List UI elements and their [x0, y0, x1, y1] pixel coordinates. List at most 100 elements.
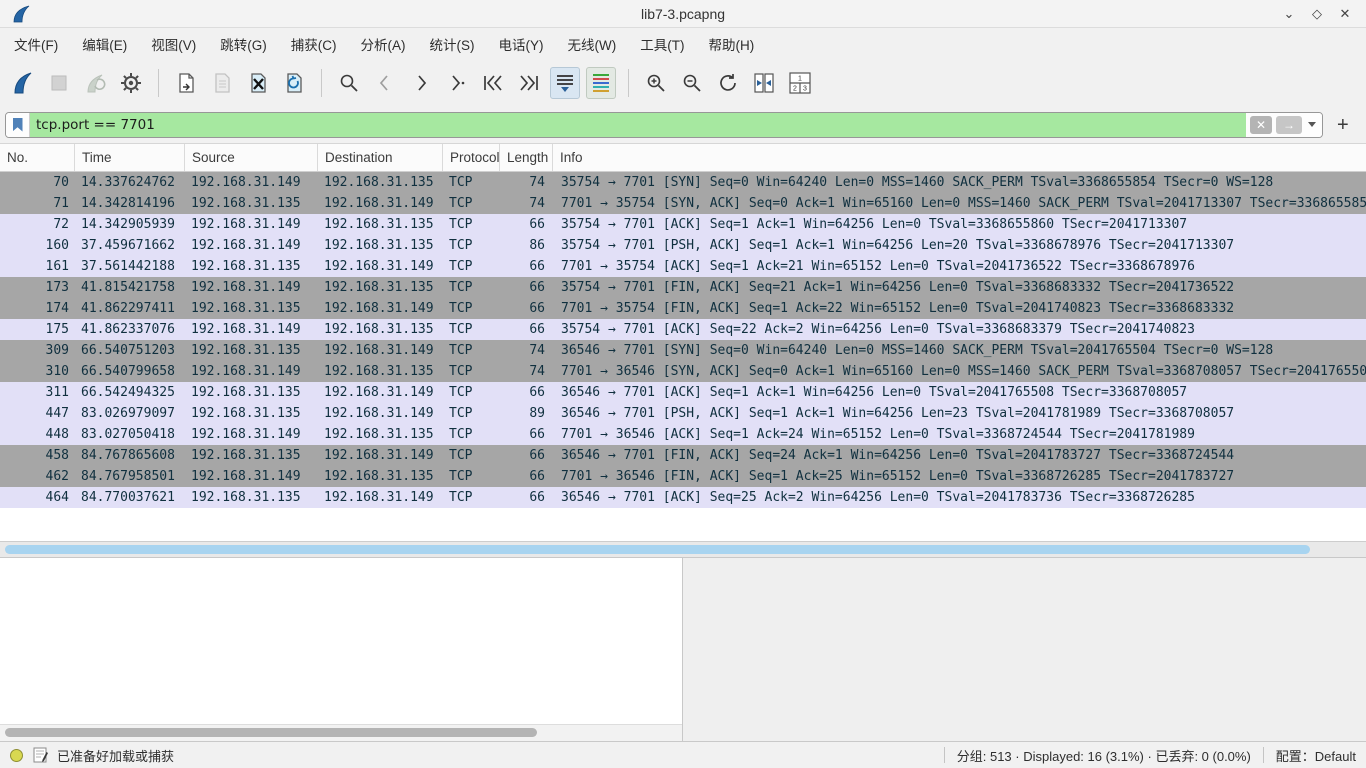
packet-details-hscrollbar[interactable]	[0, 724, 682, 741]
packet-list-hscrollbar[interactable]	[0, 541, 1366, 558]
svg-text:2: 2	[793, 86, 797, 93]
packet-list-hscrollbar-thumb[interactable]	[5, 545, 1310, 554]
packet-row[interactable]: 173 41.815421758 192.168.31.149 192.168.…	[0, 277, 1366, 298]
filter-bookmark-icon[interactable]	[6, 113, 30, 137]
filter-apply-icon[interactable]: →	[1276, 116, 1302, 134]
zoom-out-icon[interactable]	[677, 67, 707, 99]
open-capture-file-icon[interactable]	[171, 67, 201, 99]
packet-details-pane[interactable]	[0, 558, 683, 741]
profile-selector[interactable]: 配置：Default	[1276, 746, 1356, 765]
packet-row[interactable]: 310 66.540799658 192.168.31.149 192.168.…	[0, 361, 1366, 382]
menu-item[interactable]: 分析(A)	[351, 30, 416, 58]
packet-row[interactable]: 464 84.770037621 192.168.31.135 192.168.…	[0, 487, 1366, 508]
packet-row[interactable]: 72 14.342905939 192.168.31.149 192.168.3…	[0, 214, 1366, 235]
menu-item[interactable]: 捕获(C)	[281, 30, 347, 58]
menu-item[interactable]: 帮助(H)	[698, 30, 764, 58]
cell-protocol: TCP	[443, 256, 500, 277]
cell-destination: 192.168.31.149	[318, 382, 443, 403]
column-header-no[interactable]: No.	[0, 144, 75, 171]
menu-item[interactable]: 电话(Y)	[489, 30, 554, 58]
cell-destination: 192.168.31.149	[318, 487, 443, 508]
cell-source: 192.168.31.135	[185, 340, 318, 361]
packet-row[interactable]: 447 83.026979097 192.168.31.135 192.168.…	[0, 403, 1366, 424]
column-header-length[interactable]: Length	[500, 144, 553, 171]
cell-length: 74	[500, 340, 553, 361]
menu-item[interactable]: 文件(F)	[4, 30, 68, 58]
cell-info: 7701 → 36546 [SYN, ACK] Seq=0 Ack=1 Win=…	[553, 361, 1366, 382]
find-packet-icon[interactable]	[334, 67, 364, 99]
go-back-icon[interactable]	[370, 67, 400, 99]
packet-list-empty-space	[0, 508, 1366, 541]
cell-time: 84.770037621	[75, 487, 185, 508]
cell-length: 66	[500, 424, 553, 445]
status-bar: 已准备好加载或捕获 分组: 513 · Displayed: 16 (3.1%)…	[0, 741, 1366, 768]
packet-row[interactable]: 161 37.561442188 192.168.31.135 192.168.…	[0, 256, 1366, 277]
cell-protocol: TCP	[443, 361, 500, 382]
close-capture-file-icon[interactable]	[243, 67, 273, 99]
cell-no: 161	[0, 256, 75, 277]
cell-protocol: TCP	[443, 214, 500, 235]
cell-destination: 192.168.31.135	[318, 277, 443, 298]
menu-item[interactable]: 工具(T)	[630, 30, 694, 58]
column-header-time[interactable]: Time	[75, 144, 185, 171]
filter-clear-icon[interactable]: ✕	[1250, 116, 1272, 134]
capture-options-icon[interactable]	[116, 67, 146, 99]
menu-item[interactable]: 编辑(E)	[72, 30, 137, 58]
column-header-source[interactable]: Source	[185, 144, 318, 171]
column-header-destination[interactable]: Destination	[318, 144, 443, 171]
packet-row[interactable]: 309 66.540751203 192.168.31.135 192.168.…	[0, 340, 1366, 361]
packet-row[interactable]: 458 84.767865608 192.168.31.135 192.168.…	[0, 445, 1366, 466]
packet-bytes-pane[interactable]	[683, 558, 1366, 741]
cell-source: 192.168.31.149	[185, 172, 318, 193]
packet-row[interactable]: 71 14.342814196 192.168.31.135 192.168.3…	[0, 193, 1366, 214]
cell-info: 36546 → 7701 [FIN, ACK] Seq=24 Ack=1 Win…	[553, 445, 1366, 466]
zoom-normal-icon[interactable]	[713, 67, 743, 99]
packet-row[interactable]: 160 37.459671662 192.168.31.149 192.168.…	[0, 235, 1366, 256]
zoom-in-icon[interactable]	[641, 67, 671, 99]
toolbar-separator	[628, 69, 629, 97]
toolbar-separator	[321, 69, 322, 97]
go-last-packet-icon[interactable]	[514, 67, 544, 99]
menu-item[interactable]: 无线(W)	[558, 30, 627, 58]
go-to-packet-icon[interactable]	[442, 67, 472, 99]
display-filter-input[interactable]: tcp.port == 7701	[30, 113, 1246, 137]
cell-time: 14.337624762	[75, 172, 185, 193]
packet-row[interactable]: 174 41.862297411 192.168.31.135 192.168.…	[0, 298, 1366, 319]
minimize-button[interactable]: ⌄	[1280, 5, 1298, 23]
start-capture-icon[interactable]	[8, 67, 38, 99]
auto-scroll-icon[interactable]	[550, 67, 580, 99]
maximize-button[interactable]: ◇	[1308, 5, 1326, 23]
cell-time: 37.561442188	[75, 256, 185, 277]
cell-no: 173	[0, 277, 75, 298]
packet-row[interactable]: 70 14.337624762 192.168.31.149 192.168.3…	[0, 172, 1366, 193]
stop-capture-icon[interactable]	[44, 67, 74, 99]
filter-history-dropdown-icon[interactable]	[1308, 122, 1316, 127]
menu-item[interactable]: 跳转(G)	[210, 30, 277, 58]
menu-item[interactable]: 统计(S)	[420, 30, 485, 58]
resize-columns-icon[interactable]	[749, 67, 779, 99]
add-filter-button[interactable]: +	[1337, 115, 1349, 135]
close-button[interactable]: ✕	[1336, 5, 1354, 23]
expert-info-icon[interactable]	[10, 749, 23, 762]
cell-no: 71	[0, 193, 75, 214]
cell-no: 462	[0, 466, 75, 487]
display-filter-box: tcp.port == 7701 ✕ →	[5, 112, 1323, 138]
menu-item[interactable]: 视图(V)	[141, 30, 206, 58]
colorize-packets-icon[interactable]	[586, 67, 616, 99]
go-first-packet-icon[interactable]	[478, 67, 508, 99]
column-header-protocol[interactable]: Protocol	[443, 144, 500, 171]
cell-source: 192.168.31.149	[185, 235, 318, 256]
packet-details-hscrollbar-thumb[interactable]	[5, 728, 537, 737]
reload-capture-file-icon[interactable]	[279, 67, 309, 99]
column-header-info[interactable]: Info	[553, 144, 1366, 171]
save-capture-file-icon[interactable]	[207, 67, 237, 99]
layout-pane-icon[interactable]: 123	[785, 67, 815, 99]
go-forward-icon[interactable]	[406, 67, 436, 99]
packet-row[interactable]: 448 83.027050418 192.168.31.149 192.168.…	[0, 424, 1366, 445]
packet-row[interactable]: 311 66.542494325 192.168.31.135 192.168.…	[0, 382, 1366, 403]
packet-row[interactable]: 175 41.862337076 192.168.31.149 192.168.…	[0, 319, 1366, 340]
restart-capture-icon[interactable]	[80, 67, 110, 99]
capture-comment-icon[interactable]	[33, 747, 49, 763]
cell-length: 89	[500, 403, 553, 424]
packet-row[interactable]: 462 84.767958501 192.168.31.149 192.168.…	[0, 466, 1366, 487]
